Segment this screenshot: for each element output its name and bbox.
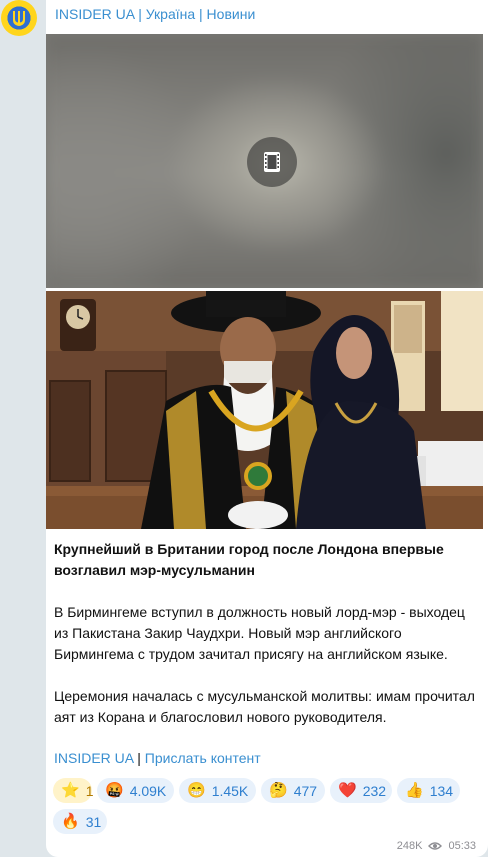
reaction-heart[interactable]: ❤️ 232 — [330, 778, 392, 803]
channel-name[interactable]: INSIDER UA | Україна | Новини — [55, 6, 255, 22]
reaction-thumbs-up[interactable]: 👍 134 — [397, 778, 460, 803]
photo[interactable] — [46, 291, 483, 529]
trident-icon — [8, 7, 30, 29]
link-separator: | — [137, 750, 141, 766]
eye-icon — [428, 842, 443, 850]
thinking-face-icon: 🤔 — [269, 782, 288, 799]
reaction-count: 4.09K — [129, 782, 167, 799]
reaction-count: 134 — [429, 782, 454, 799]
grin-face-icon: 😁 — [187, 782, 206, 799]
video-preview[interactable] — [46, 34, 483, 288]
reaction-fire[interactable]: 🔥 31 — [53, 809, 107, 834]
reaction-count: 232 — [362, 782, 387, 799]
post-links: INSIDER UA | Прислать контент — [54, 750, 261, 766]
channel-link[interactable]: INSIDER UA — [54, 750, 133, 766]
reaction-count: 1 — [85, 782, 94, 799]
heart-icon: ❤️ — [338, 782, 357, 799]
angry-face-icon: 🤬 — [105, 782, 124, 799]
view-count: 248K — [396, 840, 423, 852]
reaction-count: 1.45K — [211, 782, 249, 799]
message-meta: 248K 05:33 — [397, 840, 476, 852]
reaction-count: 31 — [85, 813, 102, 830]
post-headline: Крупнейший в Британии город после Лондон… — [54, 541, 444, 578]
reaction-angry[interactable]: 🤬 4.09K — [97, 778, 174, 803]
submit-content-link[interactable]: Прислать контент — [145, 750, 261, 766]
fire-icon: 🔥 — [61, 813, 80, 830]
reaction-grin[interactable]: 😁 1.45K — [179, 778, 256, 803]
thumbs-up-icon: 👍 — [405, 782, 424, 799]
reaction-star[interactable]: ⭐ 1 — [53, 778, 94, 803]
reaction-count: 477 — [293, 782, 318, 799]
reaction-thinking[interactable]: 🤔 477 — [261, 778, 325, 803]
post-paragraph: В Бирмингеме вступил в должность новый л… — [54, 604, 465, 662]
film-icon[interactable] — [247, 137, 297, 187]
post-paragraph: Церемония началась с мусульманской молит… — [54, 688, 475, 725]
star-icon: ⭐ — [61, 782, 80, 799]
message-time: 05:33 — [448, 840, 476, 852]
channel-avatar[interactable] — [1, 0, 37, 36]
